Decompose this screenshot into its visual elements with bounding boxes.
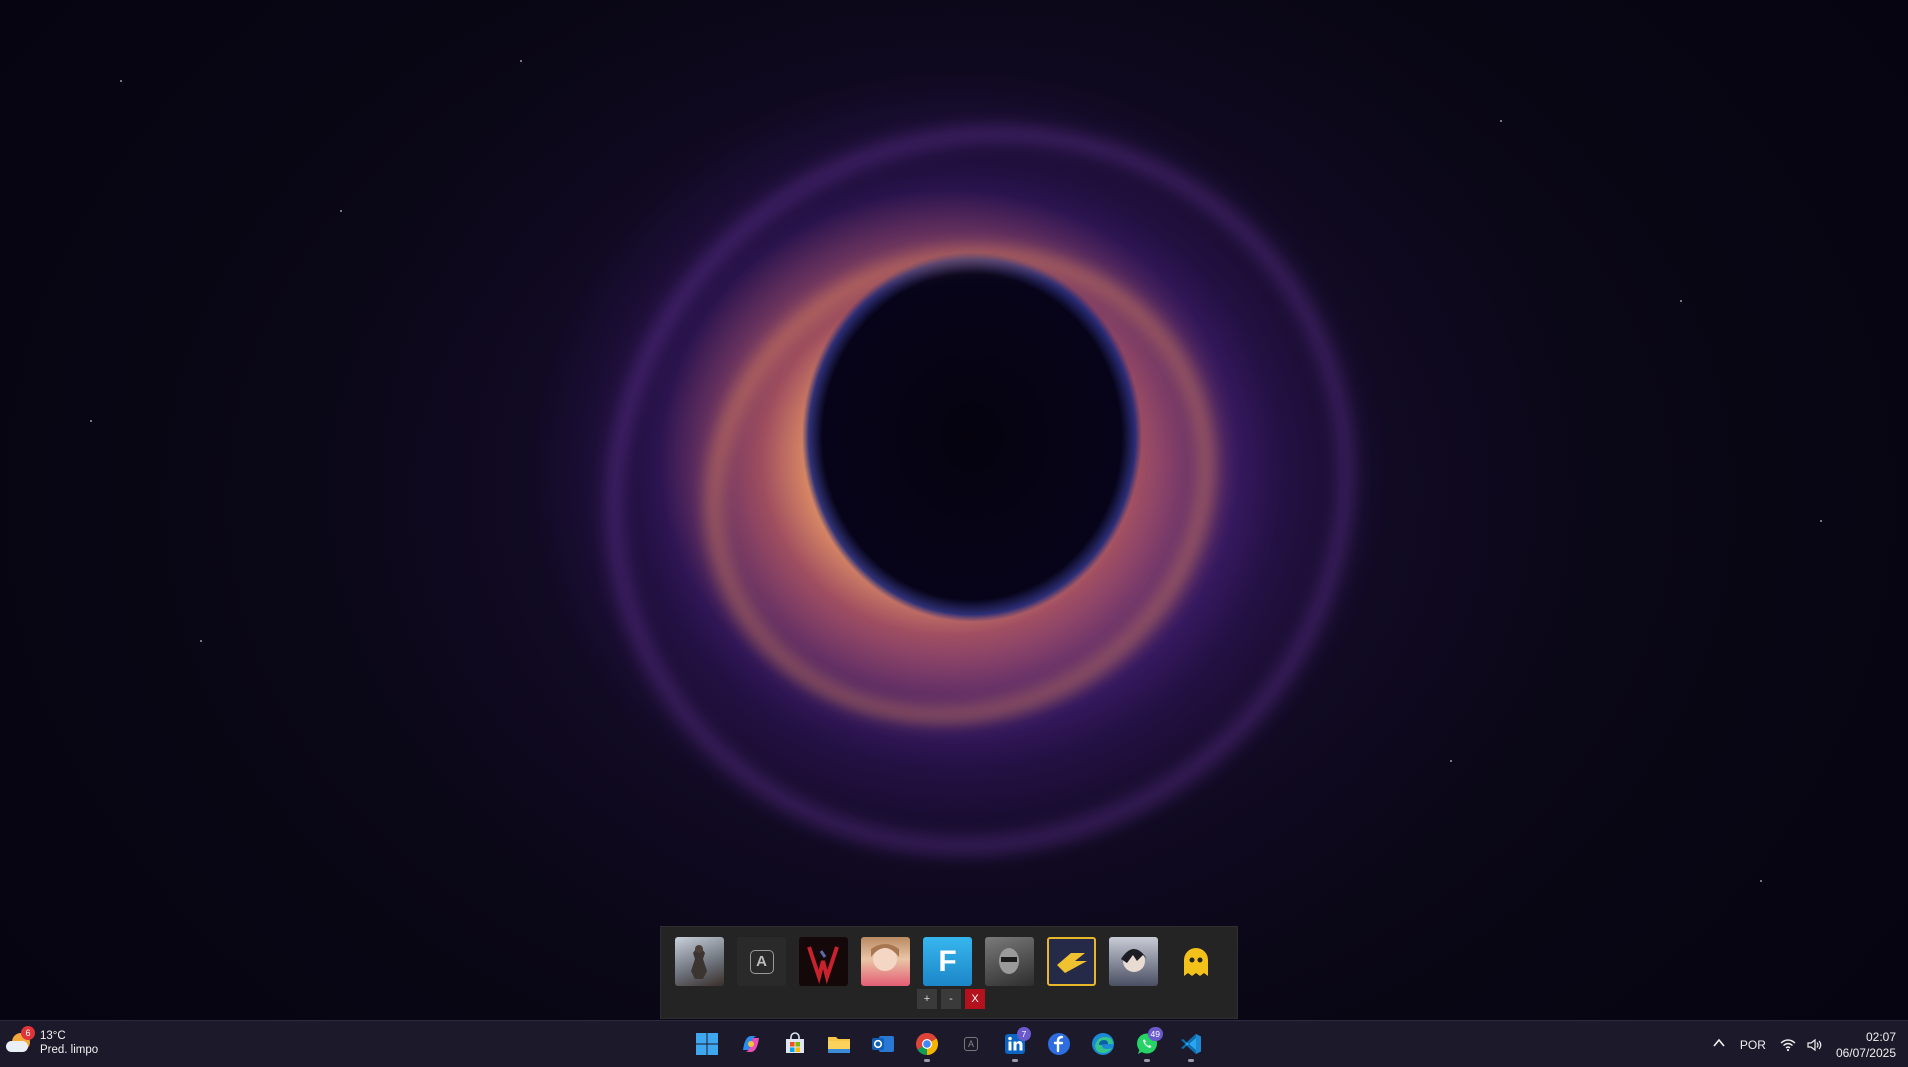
edge-icon[interactable] (1085, 1025, 1121, 1063)
dock-add-button[interactable]: + (917, 989, 937, 1009)
microsoft-store-icon[interactable] (777, 1025, 813, 1063)
weather-widget[interactable]: 6 13°C Pred. limpo (6, 1026, 98, 1057)
dock-controls: + - X (917, 989, 985, 1009)
outer-swirl (470, 0, 1490, 992)
star (1820, 520, 1822, 522)
star (1450, 760, 1452, 762)
game-warrior-icon[interactable] (675, 937, 724, 986)
game-soldier-icon[interactable] (985, 937, 1034, 986)
game-yellow-logo-icon[interactable] (1047, 937, 1096, 986)
app-a-icon[interactable]: A (953, 1025, 989, 1063)
star (520, 60, 522, 62)
volume-icon (1807, 1038, 1822, 1051)
game-red-logo-icon[interactable] (799, 937, 848, 986)
weather-badge: 6 (21, 1026, 35, 1040)
weather-condition: Pred. limpo (40, 1044, 99, 1056)
dock-close-button[interactable]: X (965, 989, 985, 1009)
yellow-ghost-icon[interactable] (1171, 937, 1220, 986)
dock-app-list: A F (675, 937, 1220, 986)
app-launcher-dock: A F + - X (660, 926, 1238, 1019)
fortnite-letter: F (938, 944, 957, 978)
star (90, 420, 92, 422)
windows-start-icon[interactable] (689, 1025, 725, 1063)
fortnite-icon[interactable]: F (923, 937, 972, 986)
running-indicator (924, 1059, 930, 1062)
running-indicator (1144, 1059, 1150, 1062)
copilot-icon[interactable] (733, 1025, 769, 1063)
weather-temperature: 13°C (40, 1030, 66, 1042)
letter-a-glyph: A (749, 949, 774, 974)
app-a-icon[interactable]: A (737, 937, 786, 986)
taskbar: 6 13°C Pred. limpo A 7 49 POR 02:07 06/0… (0, 1020, 1908, 1067)
system-tray: POR 02:07 06/07/2025 (1712, 1021, 1896, 1067)
file-explorer-icon[interactable] (821, 1025, 857, 1063)
game-anime-character-icon[interactable] (1109, 937, 1158, 986)
linkedin-badge: 7 (1017, 1027, 1031, 1041)
star (340, 210, 342, 212)
weather-text: 13°C Pred. limpo (40, 1029, 98, 1057)
linkedin-icon[interactable]: 7 (997, 1025, 1033, 1063)
whatsapp-icon[interactable]: 49 (1129, 1025, 1165, 1063)
wifi-icon (1780, 1038, 1796, 1051)
dock-remove-button[interactable]: - (941, 989, 961, 1009)
star (1680, 300, 1682, 302)
star (120, 80, 122, 82)
star (200, 640, 202, 642)
chrome-icon[interactable] (909, 1025, 945, 1063)
vscode-icon[interactable] (1173, 1025, 1209, 1063)
weather-partly-cloudy-icon: 6 (6, 1026, 35, 1057)
running-indicator (1188, 1059, 1194, 1062)
outlook-icon[interactable] (865, 1025, 901, 1063)
desktop-wallpaper (0, 0, 1908, 1020)
clock-time: 02:07 (1865, 1029, 1896, 1044)
game-anime-girl-icon[interactable] (861, 937, 910, 986)
running-indicator (1012, 1059, 1018, 1062)
fluent-app-icon[interactable] (1041, 1025, 1077, 1063)
taskbar-pinned-apps: A 7 49 (689, 1025, 1209, 1063)
show-hidden-icons-chevron-icon[interactable] (1712, 1036, 1726, 1053)
language-indicator[interactable]: POR (1740, 1038, 1766, 1052)
clock[interactable]: 02:07 06/07/2025 (1836, 1029, 1896, 1061)
clock-date: 06/07/2025 (1835, 1045, 1896, 1060)
letter-a-glyph: A (964, 1037, 978, 1051)
star (1500, 120, 1502, 122)
whatsapp-badge: 49 (1147, 1027, 1163, 1041)
network-sound-group[interactable] (1780, 1038, 1822, 1052)
star (1760, 880, 1762, 882)
